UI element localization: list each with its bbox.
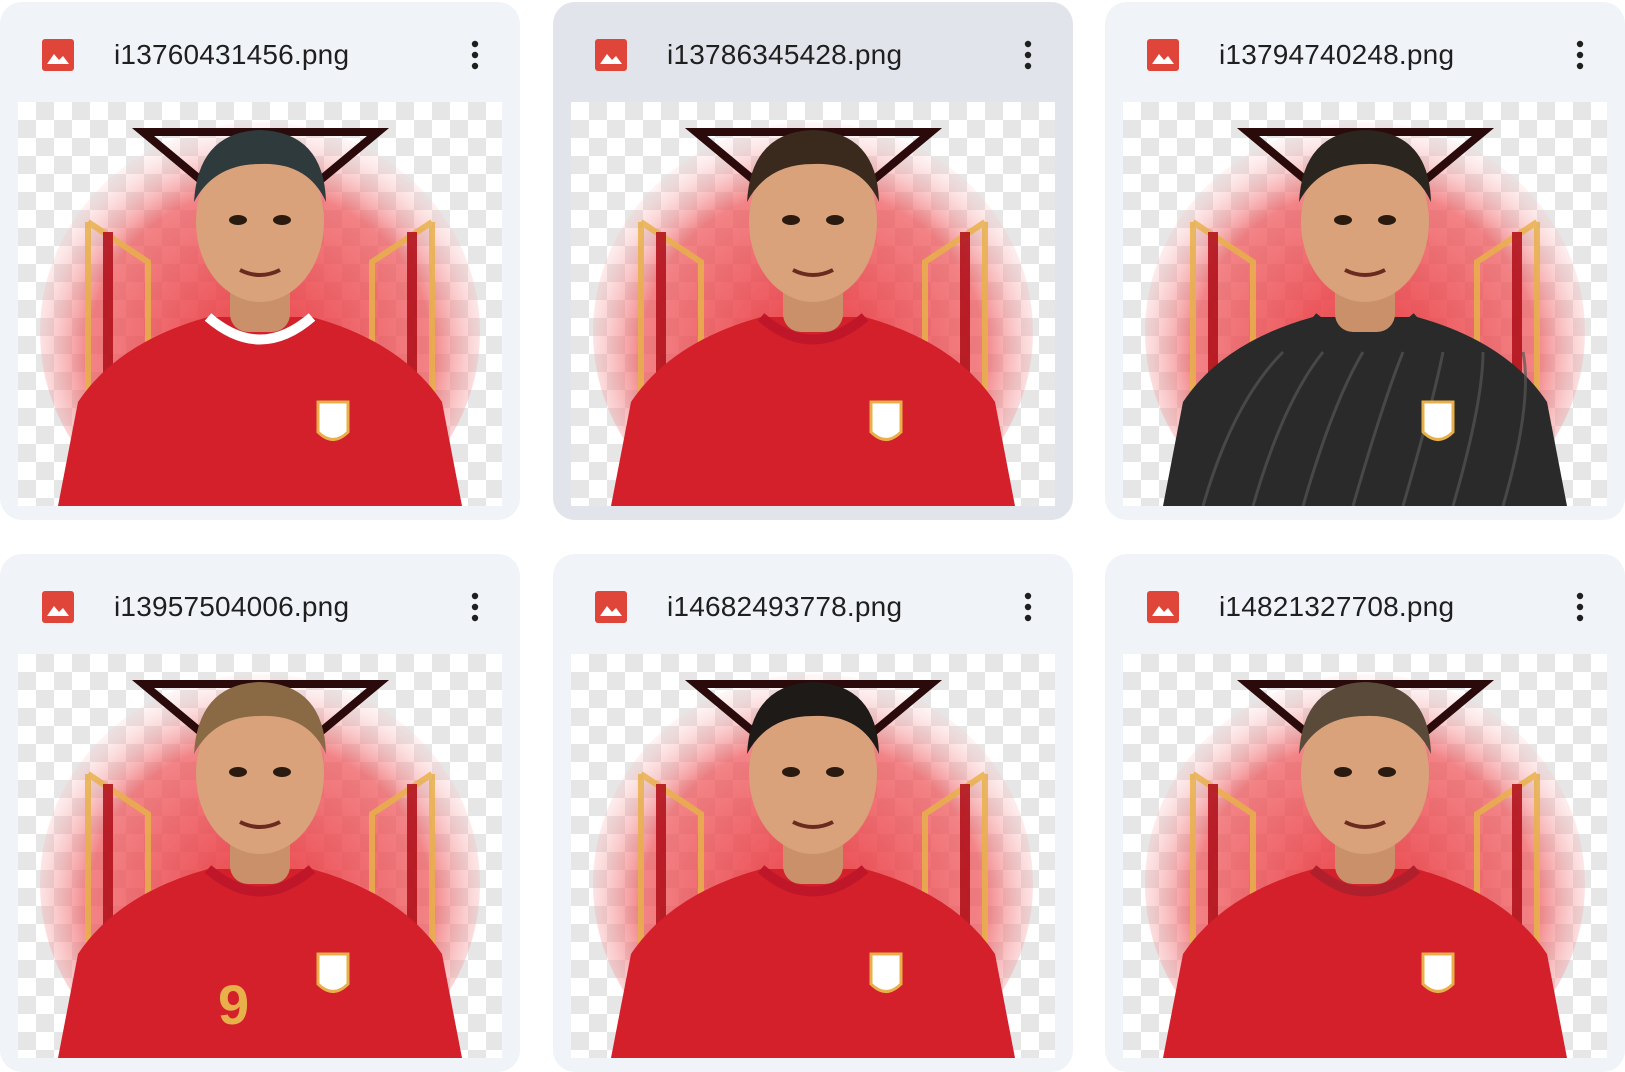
player-eye-left [782, 215, 800, 225]
more-options-button[interactable] [454, 30, 496, 80]
player-eye-left [782, 767, 800, 777]
more-options-button[interactable] [454, 582, 496, 632]
more-vert-icon [1024, 40, 1032, 70]
more-options-button[interactable] [1007, 30, 1049, 80]
file-grid: i13760431456.png i13786345428.png i13794… [0, 0, 1625, 1072]
file-card[interactable]: i14682493778.png [553, 554, 1073, 1072]
image-thumbnail[interactable]: 9 [18, 654, 502, 1058]
image-file-icon [1147, 39, 1179, 71]
more-vert-icon [1024, 592, 1032, 622]
file-card[interactable]: i13786345428.png [553, 2, 1073, 520]
jersey-number: 9 [218, 973, 249, 1036]
player-eye-right [1378, 215, 1396, 225]
file-name: i14821327708.png [1219, 591, 1455, 622]
jersey-badge [316, 400, 350, 441]
more-options-button[interactable] [1007, 582, 1049, 632]
file-card-header: i13957504006.png [0, 554, 520, 654]
file-card[interactable]: i13760431456.png [0, 2, 520, 520]
more-options-button[interactable] [1559, 582, 1601, 632]
more-options-button[interactable] [1559, 30, 1601, 80]
file-card[interactable]: i14821327708.png [1105, 554, 1625, 1072]
jersey-badge [1421, 400, 1455, 441]
file-card-header: i13786345428.png [553, 2, 1073, 102]
image-thumbnail[interactable] [18, 102, 502, 506]
player-eye-left [229, 215, 247, 225]
image-file-icon [42, 591, 74, 623]
more-vert-icon [1576, 40, 1584, 70]
image-file-icon [595, 39, 627, 71]
player-eye-right [1378, 767, 1396, 777]
image-thumbnail[interactable] [571, 654, 1055, 1058]
file-name: i14682493778.png [667, 591, 903, 622]
file-name: i13957504006.png [114, 591, 350, 622]
file-card-header: i13760431456.png [0, 2, 520, 102]
jersey-badge [869, 400, 903, 441]
more-vert-icon [471, 40, 479, 70]
player-eye-right [273, 767, 291, 777]
jersey-badge [1421, 952, 1455, 993]
player-eye-left [1334, 215, 1352, 225]
image-thumbnail[interactable] [1123, 102, 1607, 506]
jersey-badge [869, 952, 903, 993]
file-name: i13786345428.png [667, 39, 903, 70]
image-thumbnail[interactable] [571, 102, 1055, 506]
player-eye-right [826, 215, 844, 225]
file-card-header: i14682493778.png [553, 554, 1073, 654]
file-name: i13794740248.png [1219, 39, 1455, 70]
more-vert-icon [471, 592, 479, 622]
file-name: i13760431456.png [114, 39, 350, 70]
image-thumbnail[interactable] [1123, 654, 1607, 1058]
file-card[interactable]: i13794740248.png [1105, 2, 1625, 520]
player-eye-right [273, 215, 291, 225]
file-card-header: i13794740248.png [1105, 2, 1625, 102]
player-eye-right [826, 767, 844, 777]
player-eye-left [1334, 767, 1352, 777]
player-eye-left [229, 767, 247, 777]
image-file-icon [595, 591, 627, 623]
image-file-icon [1147, 591, 1179, 623]
file-card[interactable]: i13957504006.png 9 [0, 554, 520, 1072]
more-vert-icon [1576, 592, 1584, 622]
file-card-header: i14821327708.png [1105, 554, 1625, 654]
image-file-icon [42, 39, 74, 71]
jersey-badge [316, 952, 350, 993]
